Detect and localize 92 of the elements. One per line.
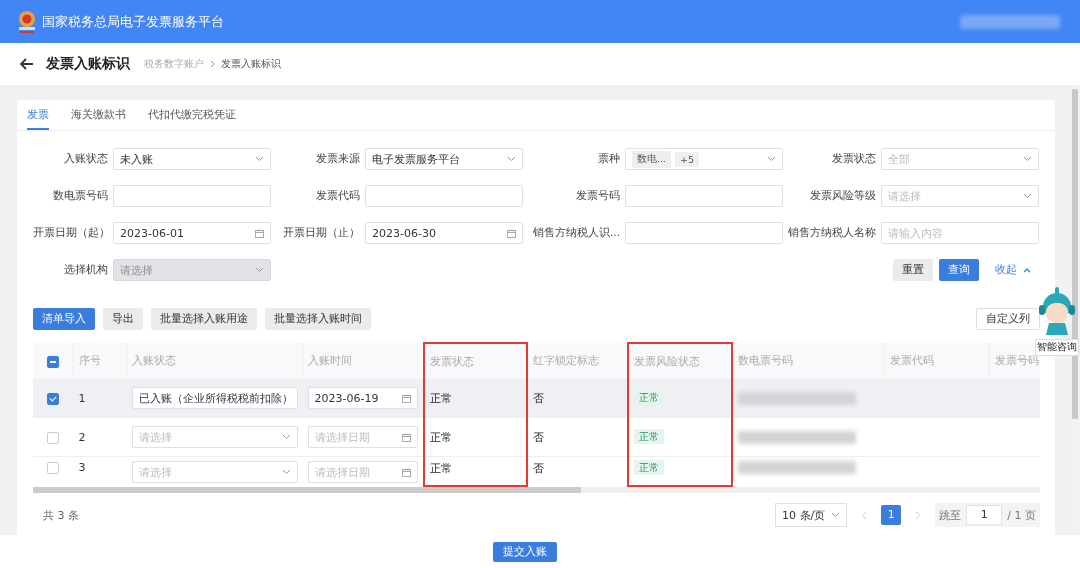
robot-mascot-icon[interactable] (1037, 285, 1077, 337)
next-page-icon[interactable] (915, 510, 922, 520)
input-field[interactable] (365, 185, 523, 207)
status-tag: 正常 (634, 390, 664, 405)
row-number: 3 (78, 461, 86, 474)
toolbar-button[interactable]: 批量选择入账时间 (265, 308, 371, 330)
chevron-down-icon (1023, 156, 1032, 162)
submit-button[interactable]: 提交入账 (493, 541, 557, 562)
previous-page-icon[interactable] (861, 510, 868, 520)
column-header: 红字锁定标志 (527, 343, 628, 379)
column-header: 发票代码 (884, 343, 990, 379)
column-header: 数电票号码 (732, 343, 885, 379)
filter-label: 销售方纳税人识... (532, 226, 620, 240)
toolbar-button[interactable]: 导出 (103, 308, 143, 330)
row-checkbox[interactable] (47, 392, 60, 405)
chevron-down-icon (1023, 193, 1032, 199)
calendar-icon (507, 228, 516, 238)
page-input[interactable]: 1 (966, 505, 1003, 525)
calendar-icon (402, 467, 411, 477)
filter-label: 发票代码 (315, 189, 360, 203)
page-button[interactable]: 1 (881, 505, 902, 525)
select-field[interactable]: 已入账（企业所得税税前扣除） (131, 387, 298, 409)
jump-label: 跳至 (939, 507, 962, 523)
row-checkbox[interactable] (47, 431, 60, 444)
total-count: 共 3 条 (43, 507, 79, 523)
emblem-icon (16, 8, 38, 35)
status-tag: 正常 (634, 460, 664, 475)
input-field[interactable] (113, 185, 271, 207)
row-checkbox[interactable] (47, 462, 60, 474)
table-cell: 否 (533, 391, 544, 405)
filter-label: 开票日期（起） (33, 226, 108, 240)
calendar-icon (402, 432, 411, 442)
scrollbar-thumb[interactable] (33, 487, 581, 493)
filter-label: 票种 (597, 152, 620, 166)
input-field[interactable] (625, 185, 783, 207)
date-field[interactable]: 2023-06-19 (307, 387, 418, 409)
filter-label: 发票风险等级 (809, 189, 876, 203)
filter-label: 数电票号码 (52, 189, 108, 203)
input-field[interactable] (625, 222, 783, 244)
chevron-down-icon (255, 156, 264, 162)
table-cell: 正常 (430, 462, 452, 475)
chevron-down-icon (507, 156, 516, 162)
search-button[interactable]: 查询 (939, 259, 979, 281)
collapse-link[interactable]: 收起 (995, 263, 1017, 277)
date-field[interactable]: 2023-06-01 (113, 222, 271, 244)
status-tag: 正常 (634, 429, 664, 444)
chevron-down-icon (831, 512, 841, 518)
page-size-select[interactable]: 10 条/页 (775, 503, 848, 527)
select-all-checkbox[interactable] (47, 355, 59, 368)
filter-label: 发票来源 (315, 152, 360, 166)
row-number: 2 (78, 430, 86, 444)
chevron-down-icon (281, 434, 291, 440)
table-cell: 否 (533, 430, 544, 444)
toolbar-button[interactable]: 批量选择入账用途 (151, 308, 257, 330)
selected-tag: +5 (675, 151, 700, 167)
chevron-down-icon (255, 267, 264, 273)
chevron-up-icon (1023, 267, 1031, 273)
filter-label: 销售方纳税人名称 (788, 226, 876, 240)
page-count: / 1 页 (1007, 507, 1036, 523)
app-title: 国家税务总局电子发票服务平台 (42, 12, 224, 31)
chevron-down-icon (281, 469, 291, 475)
toolbar-button[interactable]: 清单导入 (33, 308, 95, 330)
table-cell: 否 (533, 462, 544, 475)
filter-label: 入账状态 (63, 152, 108, 166)
column-header: 序号 (73, 343, 127, 379)
tab[interactable]: 海关缴款书 (71, 100, 126, 130)
column-header: 入账状态 (126, 343, 303, 379)
calendar-icon (255, 228, 264, 238)
column-header: 发票风险状态 (628, 343, 732, 379)
filter-label: 开票日期（止） (282, 226, 360, 240)
filter-label: 发票号码 (575, 189, 620, 203)
date-field[interactable]: 2023-06-30 (365, 222, 523, 244)
chevron-down-icon (767, 156, 776, 162)
select-field[interactable]: 电子发票服务平台 (365, 148, 523, 170)
table-cell: 正常 (430, 430, 452, 444)
calendar-icon (402, 393, 411, 403)
row-number: 1 (78, 391, 86, 405)
column-header: 发票状态 (424, 343, 527, 379)
select-field[interactable]: 未入账 (113, 148, 271, 170)
back-icon[interactable] (20, 58, 34, 70)
chevron-right-icon (210, 60, 215, 68)
filter-label: 发票状态 (831, 152, 876, 166)
filter-label: 选择机构 (63, 263, 108, 277)
table-cell: 正常 (430, 391, 452, 405)
tab[interactable]: 代扣代缴完税凭证 (148, 100, 236, 130)
tab[interactable]: 发票 (27, 100, 49, 130)
reset-button[interactable]: 重置 (893, 259, 933, 281)
page-title: 发票入账标识 (46, 55, 130, 73)
select-field[interactable]: 数电... +5 (625, 148, 783, 170)
column-header: 入账时间 (302, 343, 424, 379)
customize-columns-button[interactable]: 自定义列 (976, 308, 1040, 330)
selected-tag: 数电... (632, 150, 672, 168)
